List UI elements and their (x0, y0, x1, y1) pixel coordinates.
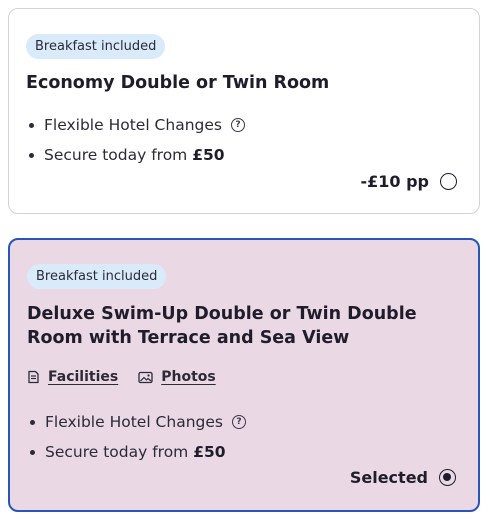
facilities-icon (28, 370, 39, 384)
help-icon[interactable]: ? (231, 415, 246, 429)
feature-secure: Secure today from £50 (26, 140, 245, 170)
room-option-economy[interactable]: Breakfast included Economy Double or Twi… (8, 8, 480, 214)
selected-label: Selected (349, 468, 428, 487)
feature-flexible: Flexible Hotel Changes ? (27, 407, 246, 437)
room-option-deluxe[interactable]: Breakfast included Deluxe Swim-Up Double… (8, 238, 480, 512)
price-label: -£10 pp (360, 172, 429, 191)
photos-link[interactable]: Photos (138, 369, 216, 385)
feature-secure-amount: £50 (193, 443, 226, 461)
room-title: Economy Double or Twin Room (26, 73, 330, 93)
room-features: Flexible Hotel Changes ? Secure today fr… (27, 407, 246, 467)
help-icon[interactable]: ? (230, 118, 245, 132)
radio-button[interactable] (440, 173, 457, 190)
facilities-link[interactable]: Facilities (27, 369, 118, 385)
feature-flexible-label: Flexible Hotel Changes (44, 116, 222, 134)
breakfast-badge: Breakfast included (26, 34, 166, 59)
bullet-dot (29, 122, 34, 128)
room-links: Facilities Photos (27, 369, 236, 385)
feature-secure: Secure today from £50 (27, 437, 246, 467)
feature-secure-amount: £50 (192, 146, 225, 164)
photos-label: Photos (161, 369, 216, 385)
feature-secure-label: Secure today from (44, 146, 193, 164)
breakfast-badge: Breakfast included (27, 264, 167, 289)
radio-button-selected[interactable] (439, 469, 456, 486)
facilities-label: Facilities (48, 369, 119, 385)
room-title: Deluxe Swim-Up Double or Twin Double Roo… (27, 304, 417, 348)
bullet-dot (30, 419, 35, 425)
bullet-dot (30, 449, 35, 455)
bullet-dot (29, 152, 34, 158)
room-features: Flexible Hotel Changes ? Secure today fr… (26, 110, 245, 170)
feature-flexible: Flexible Hotel Changes ? (26, 110, 245, 140)
feature-secure-label: Secure today from (45, 443, 194, 461)
feature-flexible-label: Flexible Hotel Changes (45, 413, 223, 431)
photos-icon (138, 371, 153, 383)
price-selector[interactable]: Selected (350, 468, 456, 487)
price-selector[interactable]: -£10 pp (360, 172, 457, 191)
